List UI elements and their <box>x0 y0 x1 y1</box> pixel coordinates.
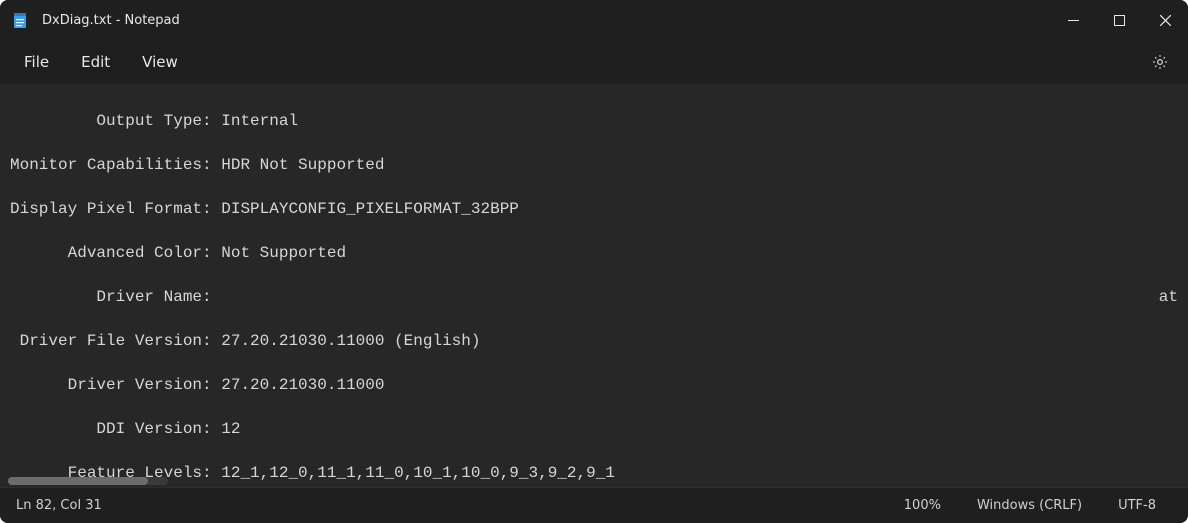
text-line: Display Pixel Format: DISPLAYCONFIG_PIXE… <box>10 198 1178 220</box>
status-encoding[interactable]: UTF-8 <box>1100 498 1174 513</box>
status-line-ending[interactable]: Windows (CRLF) <box>959 498 1100 513</box>
menu-file[interactable]: File <box>8 47 65 77</box>
window-title: DxDiag.txt - Notepad <box>42 13 1050 28</box>
notepad-window: DxDiag.txt - Notepad File Edit View Outp… <box>0 0 1188 523</box>
menubar: File Edit View <box>0 40 1188 84</box>
close-button[interactable] <box>1142 0 1188 40</box>
settings-button[interactable] <box>1140 53 1180 71</box>
status-zoom[interactable]: 100% <box>886 498 959 513</box>
menu-edit[interactable]: Edit <box>65 47 126 77</box>
maximize-button[interactable] <box>1096 0 1142 40</box>
minimize-button[interactable] <box>1050 0 1096 40</box>
horizontal-scrollbar-thumb[interactable] <box>8 477 148 485</box>
titlebar[interactable]: DxDiag.txt - Notepad <box>0 0 1188 40</box>
statusbar: Ln 82, Col 31 100% Windows (CRLF) UTF-8 <box>0 487 1188 523</box>
menu-view[interactable]: View <box>126 47 194 77</box>
text-line: Feature Levels: 12_1,12_0,11_1,11_0,10_1… <box>10 462 1178 484</box>
text-line: DDI Version: 12 <box>10 418 1178 440</box>
text-line: Advanced Color: Not Supported <box>10 242 1178 264</box>
truncated-text: at <box>1159 286 1178 308</box>
notepad-icon <box>12 11 30 29</box>
text-line: Output Type: Internal <box>10 110 1178 132</box>
text-line: Driver File Version: 27.20.21030.11000 (… <box>10 330 1178 352</box>
status-position: Ln 82, Col 31 <box>14 498 886 513</box>
text-line: Monitor Capabilities: HDR Not Supported <box>10 154 1178 176</box>
text-editor[interactable]: Output Type: Internal Monitor Capabiliti… <box>0 84 1188 487</box>
text-line: Driver Version: 27.20.21030.11000 <box>10 374 1178 396</box>
text-line: Driver Name:at <box>10 286 1178 308</box>
